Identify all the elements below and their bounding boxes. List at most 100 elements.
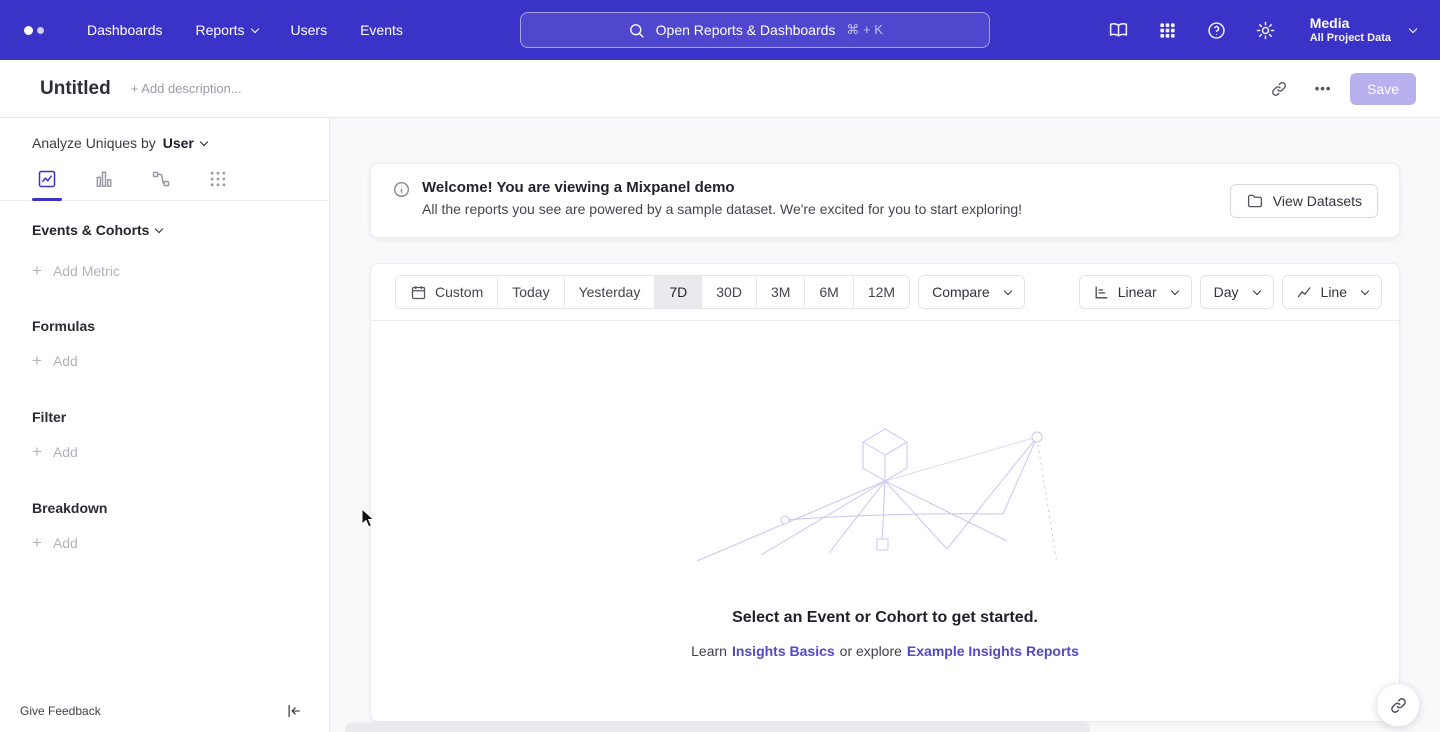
- analyze-value-label: User: [163, 135, 194, 151]
- add-metric-label: Add Metric: [53, 263, 120, 279]
- range-custom-label: Custom: [435, 284, 483, 300]
- nav-reports-label: Reports: [196, 22, 245, 38]
- project-switcher[interactable]: Media All Project Data: [1310, 15, 1416, 45]
- chart-panel: Custom Today Yesterday 7D 30D 3M 6M 12M …: [370, 263, 1400, 722]
- view-datasets-label: View Datasets: [1273, 193, 1362, 209]
- project-info: Media All Project Data: [1310, 15, 1391, 45]
- scale-dropdown[interactable]: Linear: [1079, 275, 1192, 309]
- range-6m[interactable]: 6M: [805, 276, 853, 308]
- analyze-by-dropdown[interactable]: User: [163, 135, 207, 151]
- range-today[interactable]: Today: [498, 276, 564, 308]
- header-actions: ••• Save: [1262, 72, 1416, 106]
- tab-flows[interactable]: [146, 169, 176, 200]
- insights-chart-icon: [37, 169, 57, 189]
- query-builder-sidebar: Analyze Uniques by User: [0, 118, 330, 732]
- nav-events[interactable]: Events: [360, 22, 403, 38]
- logo-dot: [37, 27, 44, 34]
- welcome-title: Welcome! You are viewing a Mixpanel demo: [422, 179, 1022, 196]
- compare-label: Compare: [932, 284, 990, 300]
- tab-insights[interactable]: [32, 169, 62, 200]
- add-filter-button[interactable]: Add: [0, 444, 110, 460]
- project-name: Media: [1310, 15, 1391, 32]
- interval-dropdown[interactable]: Day: [1200, 275, 1274, 309]
- range-12m[interactable]: 12M: [854, 276, 909, 308]
- chevron-down-icon: [1361, 286, 1369, 294]
- add-description[interactable]: + Add description...: [131, 81, 242, 96]
- add-breakdown-button[interactable]: Add: [0, 535, 110, 551]
- compare-dropdown[interactable]: Compare: [918, 275, 1025, 309]
- nav-reports[interactable]: Reports: [196, 22, 258, 38]
- interval-label: Day: [1214, 284, 1239, 300]
- breakdown-heading: Breakdown: [0, 500, 329, 516]
- save-button[interactable]: Save: [1350, 73, 1416, 105]
- chart-empty-state: Select an Event or Cohort to get started…: [371, 321, 1399, 659]
- nav-dashboards[interactable]: Dashboards: [87, 22, 163, 38]
- chart-controls: Custom Today Yesterday 7D 30D 3M 6M 12M …: [371, 264, 1399, 321]
- example-reports-link[interactable]: Example Insights Reports: [907, 643, 1079, 659]
- info-icon: [392, 180, 411, 199]
- chart-type-dropdown[interactable]: Line: [1282, 275, 1382, 309]
- empty-state-title: Select an Event or Cohort to get started…: [732, 609, 1038, 627]
- chart-type-label: Line: [1321, 284, 1347, 300]
- plus-icon: [32, 535, 42, 551]
- flows-icon: [151, 169, 171, 189]
- date-range-control: Custom Today Yesterday 7D 30D 3M 6M 12M: [395, 275, 910, 309]
- global-search[interactable]: Open Reports & Dashboards ⌘ + K: [520, 12, 990, 48]
- calendar-icon: [410, 284, 427, 301]
- search-shortcut: ⌘ + K: [846, 22, 883, 38]
- line-chart-icon: [1296, 284, 1313, 301]
- collapse-left-icon: [285, 702, 303, 720]
- add-formula-label: Add: [53, 353, 78, 369]
- filter-heading: Filter: [0, 409, 329, 425]
- mixpanel-logo[interactable]: [24, 26, 44, 35]
- chevron-down-icon: [155, 224, 163, 232]
- search-placeholder: Open Reports & Dashboards: [656, 22, 836, 38]
- date-controls: Custom Today Yesterday 7D 30D 3M 6M 12M …: [395, 275, 1025, 309]
- share-link-fab[interactable]: [1376, 683, 1420, 727]
- chevron-down-icon: [250, 24, 258, 32]
- tab-retention[interactable]: [203, 169, 233, 200]
- range-30d[interactable]: 30D: [702, 276, 757, 308]
- insights-basics-link[interactable]: Insights Basics: [732, 643, 835, 659]
- nav-users[interactable]: Users: [291, 22, 328, 38]
- content: Analyze Uniques by User: [0, 118, 1440, 732]
- empty-state-illustration: [695, 423, 1075, 573]
- report-type-tabs: [0, 161, 329, 201]
- nav-left-group: Dashboards Reports Users Events: [24, 22, 403, 38]
- bar-chart-icon: [94, 169, 114, 189]
- collapse-sidebar-button[interactable]: [285, 702, 303, 720]
- add-formula-button[interactable]: Add: [0, 353, 110, 369]
- welcome-banner: Welcome! You are viewing a Mixpanel demo…: [370, 163, 1400, 238]
- add-filter-label: Add: [53, 444, 78, 460]
- bottom-panel-peek[interactable]: [345, 723, 1090, 732]
- app-root: Dashboards Reports Users Events Open Rep…: [0, 0, 1440, 732]
- view-datasets-button[interactable]: View Datasets: [1230, 184, 1378, 218]
- plus-icon: [32, 353, 42, 369]
- sidebar-footer: Give Feedback: [0, 690, 329, 732]
- range-3m[interactable]: 3M: [757, 276, 805, 308]
- range-yesterday[interactable]: Yesterday: [565, 276, 656, 308]
- give-feedback-link[interactable]: Give Feedback: [20, 704, 101, 718]
- search-icon: [628, 22, 645, 39]
- display-controls: Linear Day Line: [1079, 275, 1382, 309]
- tab-funnels[interactable]: [89, 169, 119, 200]
- top-nav: Dashboards Reports Users Events Open Rep…: [0, 0, 1440, 60]
- apps-grid-icon[interactable]: [1157, 19, 1179, 41]
- chevron-down-icon: [1170, 286, 1178, 294]
- nav-right-group: Media All Project Data: [1108, 15, 1416, 45]
- report-title[interactable]: Untitled: [40, 78, 111, 100]
- range-custom[interactable]: Custom: [396, 276, 498, 308]
- range-7d[interactable]: 7D: [655, 276, 702, 308]
- copy-link-button[interactable]: [1262, 72, 1296, 106]
- dots-grid-icon: [208, 169, 228, 189]
- events-cohorts-toggle[interactable]: Events & Cohorts: [0, 222, 194, 238]
- help-icon[interactable]: [1206, 19, 1228, 41]
- gear-icon[interactable]: [1255, 19, 1277, 41]
- project-scope: All Project Data: [1310, 32, 1391, 45]
- add-metric-button[interactable]: Add Metric: [0, 263, 152, 279]
- more-options-button[interactable]: •••: [1306, 72, 1340, 106]
- report-header: Untitled + Add description... ••• Save: [0, 60, 1440, 118]
- linear-scale-icon: [1093, 284, 1110, 301]
- messages-icon[interactable]: [1108, 19, 1130, 41]
- connector-text: or explore: [840, 643, 902, 659]
